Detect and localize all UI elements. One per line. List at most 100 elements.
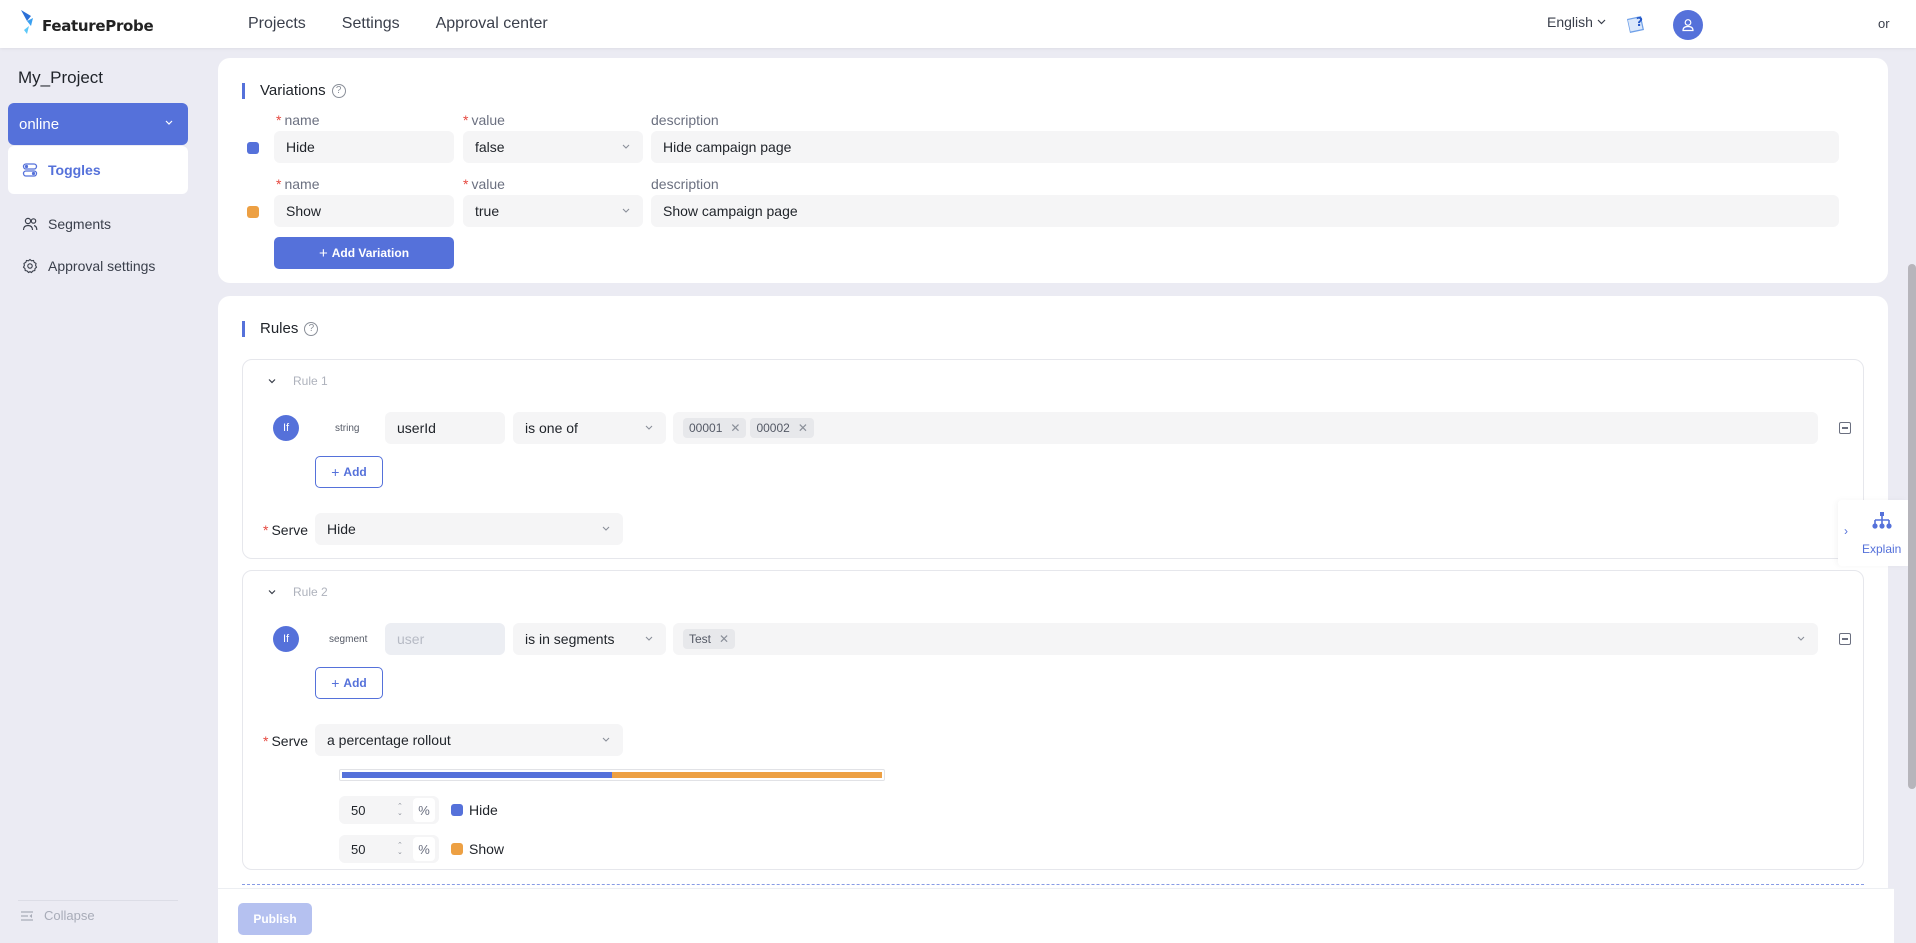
condition-subject-input[interactable]: user bbox=[385, 623, 505, 655]
value-tag: Test ✕ bbox=[683, 629, 736, 649]
stepper-icon[interactable]: ⌃ ⌄ bbox=[397, 803, 411, 817]
value-tag: 00002 ✕ bbox=[750, 418, 814, 438]
drop-zone-line bbox=[242, 884, 1864, 885]
plus-icon: + bbox=[331, 675, 340, 691]
rule-title: Rule 1 bbox=[293, 374, 328, 388]
explain-label: Explain bbox=[1862, 542, 1902, 556]
users-icon bbox=[22, 217, 38, 231]
sidebar-item-approval-settings[interactable]: Approval settings bbox=[22, 258, 155, 274]
variation-value-select[interactable]: false bbox=[463, 131, 643, 163]
chevron-down-icon bbox=[1597, 19, 1606, 25]
logo-text: FeatureProbe bbox=[42, 17, 154, 35]
hierarchy-icon bbox=[1872, 512, 1892, 529]
rule-header[interactable]: Rule 1 bbox=[267, 374, 328, 388]
if-badge: If bbox=[273, 415, 299, 441]
rules-card: Rules ? Rule 1 If string userId is one o… bbox=[218, 296, 1888, 943]
serve-select[interactable]: a percentage rollout bbox=[315, 724, 623, 756]
sidebar-item-label: Toggles bbox=[48, 162, 101, 178]
nav-settings[interactable]: Settings bbox=[342, 15, 400, 33]
sidebar-divider bbox=[18, 900, 178, 901]
variation-description-label: description bbox=[651, 176, 719, 192]
add-variation-button[interactable]: + Add Variation bbox=[274, 237, 454, 269]
rule-title: Rule 2 bbox=[293, 585, 328, 599]
close-icon[interactable]: ✕ bbox=[798, 421, 808, 435]
condition-subject-input[interactable]: userId bbox=[385, 412, 505, 444]
variation-value-label: * value bbox=[463, 176, 505, 192]
remove-condition-icon[interactable] bbox=[1839, 422, 1851, 434]
sidebar: My_Project online Toggles Segments Appro… bbox=[0, 48, 196, 943]
variation-name-input[interactable]: Show bbox=[274, 195, 454, 227]
rollout-percent-input[interactable]: 50 ⌃ ⌄ % bbox=[339, 796, 439, 824]
condition-operator-select[interactable]: is one of bbox=[513, 412, 666, 444]
vertical-scrollbar[interactable] bbox=[1908, 264, 1916, 789]
add-condition-button[interactable]: + Add bbox=[315, 456, 383, 488]
user-name[interactable]: or bbox=[1878, 16, 1890, 31]
serve-select[interactable]: Hide bbox=[315, 513, 623, 545]
project-name: My_Project bbox=[18, 68, 104, 87]
add-condition-button[interactable]: + Add bbox=[315, 667, 383, 699]
collapse-button[interactable]: Collapse bbox=[20, 908, 95, 923]
plus-icon: + bbox=[318, 244, 328, 262]
collapse-icon bbox=[21, 910, 33, 921]
gear-icon bbox=[22, 258, 38, 274]
variation-color-dot bbox=[451, 804, 463, 816]
main-content: Variations ? * name * value description Hi… bbox=[218, 48, 1894, 943]
variation-value-select[interactable]: true bbox=[463, 195, 643, 227]
chevron-down-icon bbox=[645, 425, 653, 430]
close-icon[interactable]: ✕ bbox=[730, 421, 740, 435]
chevron-down-icon bbox=[165, 120, 173, 125]
variations-title-text: Variations bbox=[260, 82, 326, 99]
variations-card: Variations ? * name * value description Hi… bbox=[218, 58, 1888, 283]
variation-description-input[interactable]: Hide campaign page bbox=[651, 131, 1839, 163]
stepper-icon[interactable]: ⌃ ⌄ bbox=[397, 842, 411, 856]
rule-header[interactable]: Rule 2 bbox=[267, 585, 328, 599]
condition-operator-select[interactable]: is in segments bbox=[513, 623, 666, 655]
close-icon[interactable]: ✕ bbox=[719, 632, 729, 646]
publish-button[interactable]: Publish bbox=[238, 903, 312, 935]
explain-panel-toggle[interactable]: › Explain bbox=[1838, 500, 1908, 566]
variation-name-input[interactable]: Hide bbox=[274, 131, 454, 163]
chevron-right-icon: › bbox=[1844, 524, 1848, 538]
serve-label: * Serve bbox=[263, 522, 309, 538]
variations-title: Variations ? bbox=[242, 82, 346, 99]
condition-values-select[interactable]: 00001 ✕ 00002 ✕ bbox=[673, 412, 1818, 444]
condition-type: string bbox=[335, 423, 360, 434]
rollout-legend-item: Show bbox=[451, 841, 504, 857]
variation-description-input[interactable]: Show campaign page bbox=[651, 195, 1839, 227]
rules-title: Rules ? bbox=[242, 320, 319, 337]
question-icon[interactable]: ? bbox=[304, 321, 319, 336]
chevron-down-icon bbox=[268, 590, 276, 595]
collapse-label: Collapse bbox=[44, 908, 95, 923]
segment-values-select[interactable]: Test ✕ bbox=[673, 623, 1818, 655]
remove-condition-icon[interactable] bbox=[1839, 633, 1851, 645]
rollout-segment-hide bbox=[342, 772, 612, 778]
if-badge: If bbox=[273, 626, 299, 652]
nav-projects[interactable]: Projects bbox=[248, 15, 306, 33]
condition-type: segment bbox=[329, 634, 368, 645]
rules-title-text: Rules bbox=[260, 320, 299, 337]
variation-color-swatch bbox=[247, 206, 259, 218]
chevron-down-icon bbox=[602, 737, 610, 742]
question-icon[interactable]: ? bbox=[331, 83, 346, 98]
nav-approval-center[interactable]: Approval center bbox=[436, 15, 548, 33]
plus-icon: + bbox=[331, 464, 340, 480]
top-nav-bar: FeatureProbe Projects Settings Approval … bbox=[0, 0, 1916, 48]
variation-color-dot bbox=[451, 843, 463, 855]
language-label: English bbox=[1547, 14, 1593, 30]
main-nav: Projects Settings Approval center bbox=[248, 0, 548, 48]
featureprobe-logo-icon bbox=[21, 10, 33, 34]
chevron-down-icon bbox=[1797, 636, 1805, 641]
help-docs-icon[interactable]: ? bbox=[1624, 12, 1648, 36]
rollout-segment-show bbox=[612, 772, 882, 778]
user-icon bbox=[1682, 19, 1694, 32]
user-avatar[interactable] bbox=[1673, 10, 1703, 40]
rollout-percent-input[interactable]: 50 ⌃ ⌄ % bbox=[339, 835, 439, 863]
chevron-down-icon bbox=[645, 636, 653, 641]
logo[interactable]: FeatureProbe bbox=[18, 8, 154, 38]
sidebar-item-segments[interactable]: Segments bbox=[22, 216, 111, 232]
language-select[interactable]: English bbox=[1547, 14, 1606, 30]
sidebar-item-toggles[interactable]: Toggles bbox=[8, 146, 188, 194]
chevron-down-icon bbox=[602, 526, 610, 531]
environment-select[interactable]: online bbox=[8, 103, 188, 145]
rollout-legend-item: Hide bbox=[451, 802, 498, 818]
